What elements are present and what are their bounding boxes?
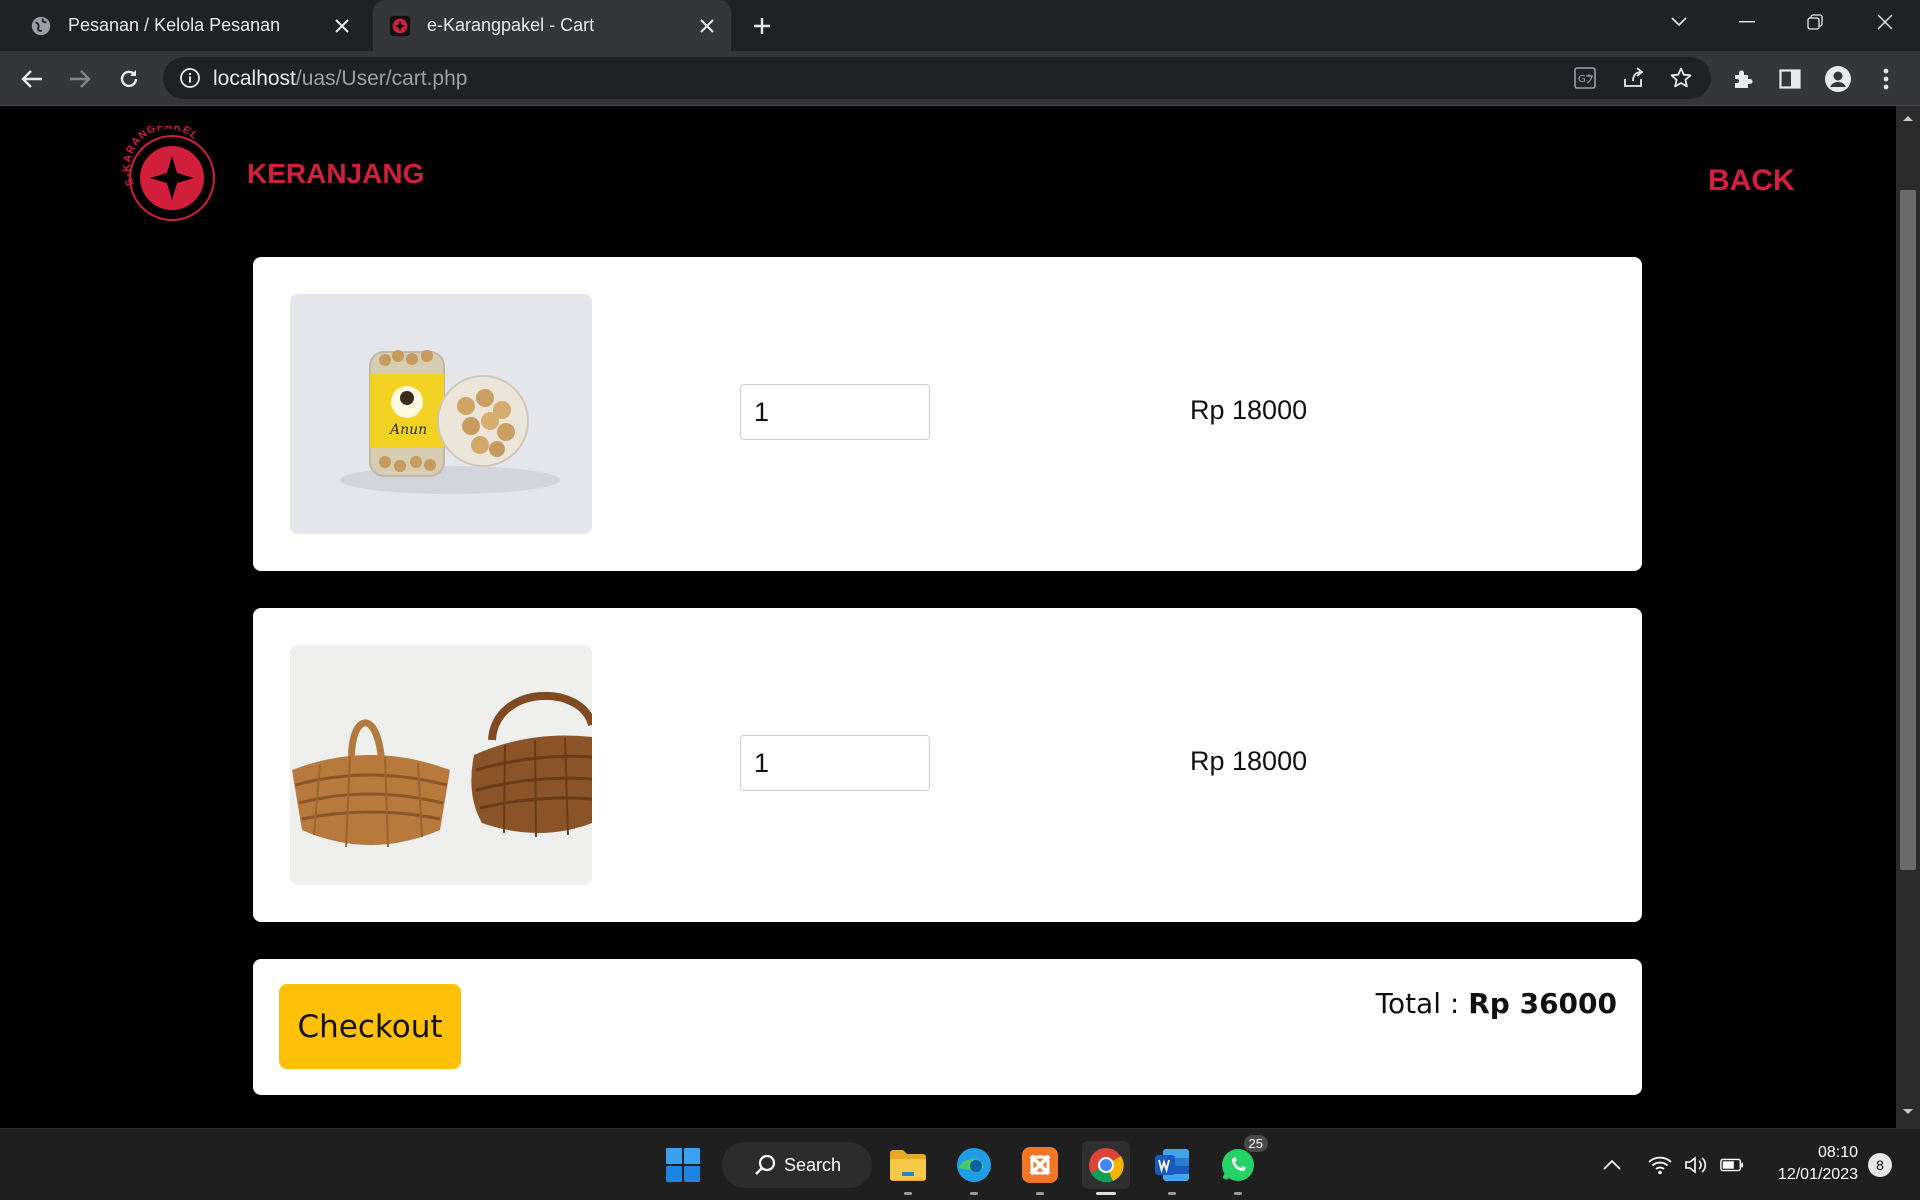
clock-time: 08:10 xyxy=(1817,1144,1858,1161)
tab-search-chevron-icon[interactable] xyxy=(1659,8,1699,36)
tab-pesanan[interactable]: Pesanan / Kelola Pesanan xyxy=(14,0,366,51)
product-image-snack-jar: Anun xyxy=(290,294,592,534)
whatsapp-icon[interactable]: 25 xyxy=(1214,1135,1268,1195)
xampp-icon[interactable] xyxy=(1016,1141,1064,1195)
wifi-icon[interactable] xyxy=(1648,1153,1672,1177)
running-indicator xyxy=(1096,1192,1116,1195)
running-indicator xyxy=(1234,1192,1242,1195)
back-arrow-icon[interactable] xyxy=(16,63,48,95)
scroll-down-arrow-icon[interactable] xyxy=(1902,1108,1914,1116)
show-hidden-icons-chevron-icon[interactable] xyxy=(1600,1153,1624,1177)
profile-avatar-icon[interactable] xyxy=(1822,63,1854,95)
notification-count-badge[interactable]: 8 xyxy=(1868,1153,1892,1177)
notification-badge: 25 xyxy=(1243,1135,1268,1152)
new-tab-button[interactable] xyxy=(748,12,776,40)
back-link[interactable]: BACK xyxy=(1708,164,1795,198)
site-favicon-icon xyxy=(389,15,411,36)
running-indicator xyxy=(970,1192,978,1195)
chrome-icon[interactable] xyxy=(1082,1141,1130,1195)
quantity-input[interactable] xyxy=(740,735,930,791)
volume-icon[interactable] xyxy=(1684,1153,1708,1177)
total-label: Total : xyxy=(1375,987,1460,1020)
close-tab-icon[interactable] xyxy=(695,14,719,38)
search-label: Search xyxy=(784,1154,842,1175)
product-image-baskets xyxy=(290,645,592,885)
bookmark-star-icon[interactable] xyxy=(1669,66,1693,90)
quantity-input[interactable] xyxy=(740,384,930,440)
word-icon[interactable] xyxy=(1148,1141,1196,1195)
total-value: Rp 36000 xyxy=(1468,987,1617,1020)
browser-tab-strip: Pesanan / Kelola Pesanan e-Karangpakel -… xyxy=(0,0,1920,51)
item-price: Rp 18000 xyxy=(1190,746,1308,776)
cart-page: E-KARANGPAKEL KERANJANG BACK Anun 1 Rp 1… xyxy=(0,106,1896,1128)
scrollbar-thumb[interactable] xyxy=(1900,190,1916,870)
tab-cart[interactable]: e-Karangpakel - Cart xyxy=(373,0,731,51)
cart-item: Anun Rp 18000 xyxy=(253,257,1642,571)
reload-icon[interactable] xyxy=(113,63,145,95)
url-host: localhost xyxy=(213,67,296,90)
checkout-button[interactable]: Checkout xyxy=(279,984,461,1069)
scroll-up-arrow-icon[interactable] xyxy=(1902,114,1914,122)
file-explorer-icon[interactable] xyxy=(884,1141,932,1195)
forward-arrow-icon[interactable] xyxy=(64,63,96,95)
address-bar[interactable]: localhost/uas/User/cart.php G xyxy=(163,57,1711,99)
extensions-puzzle-icon[interactable] xyxy=(1727,63,1759,95)
tab-title: Pesanan / Kelola Pesanan xyxy=(68,15,281,35)
chrome-menu-icon[interactable] xyxy=(1870,63,1902,95)
svg-text:G: G xyxy=(1578,74,1586,85)
running-indicator xyxy=(904,1192,912,1195)
cart-item: Rp 18000 xyxy=(253,608,1642,922)
taskbar-search-button[interactable]: Search xyxy=(722,1142,872,1188)
share-icon[interactable] xyxy=(1621,66,1645,90)
site-info-icon[interactable] xyxy=(179,67,201,89)
search-icon xyxy=(755,1154,776,1175)
minimize-button[interactable] xyxy=(1727,8,1767,36)
e-karangpakel-logo: E-KARANGPAKEL xyxy=(120,120,220,226)
url-text[interactable]: localhost/uas/User/cart.php xyxy=(213,67,467,91)
restore-button[interactable] xyxy=(1795,8,1835,36)
translate-icon[interactable]: G xyxy=(1573,66,1597,90)
edge-browser-icon[interactable] xyxy=(950,1141,998,1195)
tab-title: e-Karangpakel - Cart xyxy=(427,15,595,35)
url-path: /uas/User/cart.php xyxy=(295,67,468,90)
cart-total: Total : Rp 36000 xyxy=(1376,987,1617,1020)
running-indicator xyxy=(1036,1192,1044,1195)
svg-text:Anun: Anun xyxy=(388,422,427,438)
clock-date: 12/01/2023 xyxy=(1777,1166,1858,1183)
side-panel-icon[interactable] xyxy=(1774,63,1806,95)
item-price: Rp 18000 xyxy=(1190,395,1308,425)
close-window-button[interactable] xyxy=(1865,8,1905,36)
page-title: KERANJANG xyxy=(247,158,425,189)
running-indicator xyxy=(1168,1192,1176,1195)
start-windows-icon[interactable] xyxy=(659,1141,707,1189)
windows-taskbar: Search 25 08:10 12/01/2023 8 xyxy=(0,1128,1920,1200)
battery-icon[interactable] xyxy=(1720,1153,1744,1177)
system-clock[interactable]: 08:10 12/01/2023 xyxy=(1764,1142,1858,1186)
globe-icon xyxy=(31,16,51,35)
close-tab-icon[interactable] xyxy=(330,14,354,38)
cart-summary: Checkout Total : Rp 36000 xyxy=(253,959,1642,1095)
browser-toolbar: localhost/uas/User/cart.php G xyxy=(0,51,1920,106)
page-scrollbar[interactable] xyxy=(1896,106,1920,1128)
